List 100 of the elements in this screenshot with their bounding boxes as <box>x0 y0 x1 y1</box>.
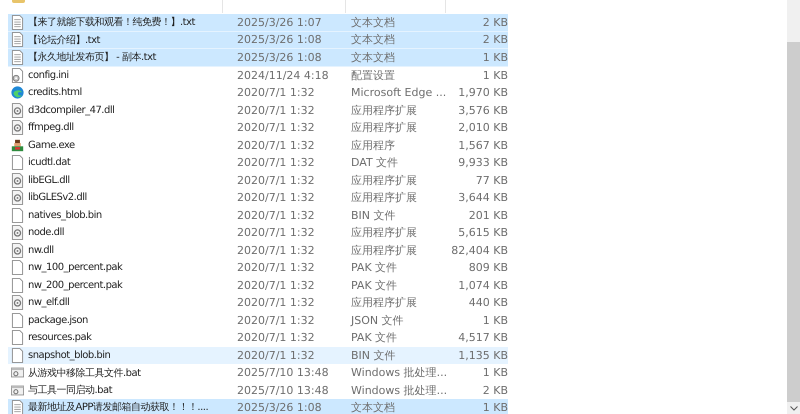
file-name: 与工具一同启动.bat <box>28 384 112 398</box>
file-icon <box>11 260 24 276</box>
date-modified: 2020/7/1 1:32 <box>236 208 316 222</box>
date-modified: 2020/7/1 1:32 <box>236 121 316 134</box>
file-row[interactable]: 从游戏中移除工具文件.bat 2025/7/10 13:48 Windows 批处理... 1 KB <box>8 364 508 382</box>
file-type: 应用程序扩展 <box>351 190 418 206</box>
gear-file-icon <box>11 172 24 188</box>
date-modified: 2020/7/1 1:32 <box>236 314 316 327</box>
file-name: credits.html <box>28 87 82 98</box>
file-type: 应用程序扩展 <box>351 102 418 118</box>
date-modified: 2020/7/1 1:32 <box>236 244 316 257</box>
file-row[interactable]: 与工具一同启动.bat 2025/7/10 13:48 Windows 批处理... 2 KB <box>8 382 508 399</box>
file-icon <box>11 208 24 223</box>
date-modified: 2025/7/10 13:48 <box>236 366 330 380</box>
file-name: Game.exe <box>28 140 75 151</box>
file-name: 【永久地址发布页】 - 副本.txt <box>28 50 156 64</box>
file-type: 配置设置 <box>351 68 396 83</box>
file-size: 2 KB <box>482 16 508 29</box>
file-icon <box>11 278 24 293</box>
file-icon <box>11 330 24 346</box>
file-row[interactable]: 【永久地址发布页】 - 副本.txt 2025/3/26 1:08 文本文档 1 KB <box>8 49 508 66</box>
date-modified: 2020/7/1 1:32 <box>236 104 316 117</box>
file-size: 77 KB <box>474 174 508 187</box>
file-row[interactable]: nw_200_percent.pak 2020/7/1 1:32 PAK 文件 1,074 KB <box>8 276 508 294</box>
file-name: libGLESv2.dll <box>28 192 87 204</box>
date-modified: 2025/3/26 1:08 <box>236 33 323 46</box>
file-name: icudtl.dat <box>28 157 70 168</box>
file-size: 1,567 KB <box>457 138 508 152</box>
chevron-down-icon[interactable] <box>790 406 798 411</box>
file-row[interactable]: package.json 2020/7/1 1:32 JSON 文件 1 KB <box>8 312 508 329</box>
file-size: 3,644 KB <box>457 191 508 204</box>
file-row[interactable]: Game.exe 2020/7/1 1:32 应用程序 1,567 KB <box>8 136 508 154</box>
file-row[interactable]: libGLESv2.dll 2020/7/1 1:32 应用程序扩展 3,644 KB <box>8 189 508 206</box>
file-type: Microsoft Edge ... <box>351 86 448 100</box>
gear-file-icon <box>11 242 24 258</box>
file-type: PAK 文件 <box>351 330 398 346</box>
file-name: nw_elf.dll <box>28 297 70 308</box>
file-row[interactable]: nw.dll 2020/7/1 1:32 应用程序扩展 82,404 KB <box>8 242 508 259</box>
file-row[interactable]: 【来了就能下载和观看！纯免费！】.txt 2025/3/26 1:07 文本文档 2 KB <box>8 14 508 32</box>
gear-file-icon <box>11 190 24 206</box>
file-row[interactable]: config.ini 2024/11/24 4:18 配置设置 1 KB <box>8 66 508 84</box>
date-modified: 2024/11/24 4:18 <box>236 68 330 82</box>
file-row[interactable]: natives_blob.bin 2020/7/1 1:32 BIN 文件 201 KB <box>8 206 508 224</box>
text-file-icon <box>11 14 24 30</box>
gear-file-icon <box>11 225 24 240</box>
file-name: config.ini <box>28 70 69 81</box>
file-name: d3dcompiler_47.dll <box>28 104 114 116</box>
file-type: 应用程序扩展 <box>351 225 418 240</box>
file-type: Windows 批处理... <box>351 382 448 398</box>
file-name: natives_blob.bin <box>28 210 102 221</box>
date-modified: 2020/7/1 1:32 <box>236 331 316 344</box>
date-modified: 2020/7/1 1:32 <box>236 278 316 292</box>
file-name: nw_200_percent.pak <box>28 280 122 291</box>
file-size: 2 KB <box>482 384 508 397</box>
file-type: 文本文档 <box>351 14 396 30</box>
file-row[interactable]: 最新地址及APP请发邮箱自动获取！！！.... 2025/3/26 1:08 文本文档 1 KB <box>8 399 508 414</box>
file-size: 1 KB <box>482 366 508 380</box>
file-type: PAK 文件 <box>351 260 398 276</box>
file-size: 1,135 KB <box>457 348 508 362</box>
text-file-icon <box>11 32 24 48</box>
file-row[interactable]: libEGL.dll 2020/7/1 1:32 应用程序扩展 77 KB <box>8 172 508 189</box>
file-name: 最新地址及APP请发邮箱自动获取！！！.... <box>28 400 208 414</box>
date-modified: 2020/7/1 1:32 <box>236 348 316 362</box>
file-size: 809 KB <box>468 261 508 274</box>
gear-file-icon <box>11 102 24 118</box>
gear-window-icon <box>11 382 24 398</box>
date-modified: 2025/3/26 1:08 <box>236 400 323 414</box>
file-row[interactable]: resources.pak 2020/7/1 1:32 PAK 文件 4,517 KB <box>8 329 508 346</box>
file-name: nw.dll <box>28 244 54 256</box>
file-row[interactable]: credits.html 2020/7/1 1:32 Microsoft Edge ... 1,970 KB <box>8 84 508 102</box>
gear-window-icon <box>11 365 24 380</box>
file-size: 9,933 KB <box>457 156 508 170</box>
file-row[interactable]: node.dll 2020/7/1 1:32 应用程序扩展 5,615 KB <box>8 224 508 242</box>
date-modified: 2020/7/1 1:32 <box>236 156 316 170</box>
file-name: nw_100_percent.pak <box>28 262 122 274</box>
file-icon <box>11 312 24 328</box>
file-name: snapshot_blob.bin <box>28 350 110 361</box>
file-size: 1 KB <box>482 50 508 64</box>
text-file-icon <box>11 50 24 65</box>
file-type: 应用程序扩展 <box>351 295 418 310</box>
file-row[interactable]: d3dcompiler_47.dll 2020/7/1 1:32 应用程序扩展 3,576 KB <box>8 102 508 119</box>
file-type: 文本文档 <box>351 400 396 414</box>
file-type: 文本文档 <box>351 32 396 48</box>
file-icon <box>11 155 24 170</box>
file-row[interactable]: ffmpeg.dll 2020/7/1 1:32 应用程序扩展 2,010 KB <box>8 119 508 136</box>
file-row[interactable]: icudtl.dat 2020/7/1 1:32 DAT 文件 9,933 KB <box>8 154 508 172</box>
file-row[interactable]: snapshot_blob.bin 2020/7/1 1:32 BIN 文件 1,135 KB <box>8 346 508 364</box>
settings-file-icon <box>11 68 24 83</box>
file-row[interactable]: nw_100_percent.pak 2020/7/1 1:32 PAK 文件 809 KB <box>8 259 508 276</box>
date-modified: 2025/3/26 1:08 <box>236 50 323 64</box>
file-type: JSON 文件 <box>351 312 405 328</box>
game-icon <box>11 138 24 153</box>
date-modified: 2020/7/1 1:32 <box>236 226 316 240</box>
file-row[interactable]: 【论坛介绍】.txt 2025/3/26 1:08 文本文档 2 KB <box>8 32 508 49</box>
file-size: 2,010 KB <box>457 121 508 134</box>
file-row[interactable]: nw_elf.dll 2020/7/1 1:32 应用程序扩展 440 KB <box>8 294 508 312</box>
date-modified: 2025/3/26 1:07 <box>236 16 323 29</box>
file-type: DAT 文件 <box>351 155 400 170</box>
file-size: 1,970 KB <box>457 86 508 100</box>
folder-icon <box>12 0 25 3</box>
